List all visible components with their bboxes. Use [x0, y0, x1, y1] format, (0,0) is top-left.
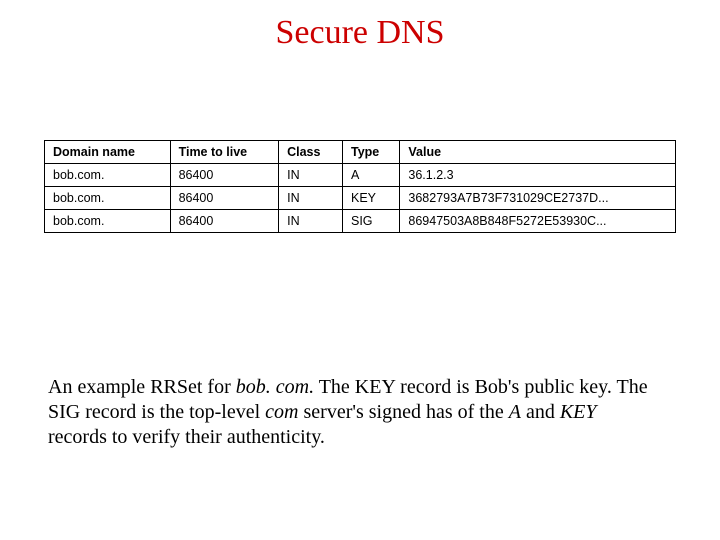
cell-class: IN: [279, 210, 343, 233]
col-domain: Domain name: [45, 141, 171, 164]
cell-ttl: 86400: [170, 210, 279, 233]
cell-value: 86947503A8B848F5272E53930C...: [400, 210, 676, 233]
cell-value: 36.1.2.3: [400, 164, 676, 187]
table-row: bob.com. 86400 IN SIG 86947503A8B848F527…: [45, 210, 676, 233]
cell-ttl: 86400: [170, 187, 279, 210]
caption-italic: KEY: [560, 401, 597, 423]
cell-domain: bob.com.: [45, 164, 171, 187]
page-title: Secure DNS: [0, 0, 720, 52]
table-header-row: Domain name Time to live Class Type Valu…: [45, 141, 676, 164]
table-row: bob.com. 86400 IN A 36.1.2.3: [45, 164, 676, 187]
caption-seg: server's signed has of the: [299, 401, 509, 423]
col-type: Type: [343, 141, 400, 164]
cell-domain: bob.com.: [45, 210, 171, 233]
cell-type: SIG: [343, 210, 400, 233]
table-row: bob.com. 86400 IN KEY 3682793A7B73F73102…: [45, 187, 676, 210]
dns-table-wrap: Domain name Time to live Class Type Valu…: [44, 140, 676, 233]
caption-italic: bob. com.: [236, 376, 314, 398]
cell-type: KEY: [343, 187, 400, 210]
cell-ttl: 86400: [170, 164, 279, 187]
col-class: Class: [279, 141, 343, 164]
cell-type: A: [343, 164, 400, 187]
dns-table: Domain name Time to live Class Type Valu…: [44, 140, 676, 233]
col-ttl: Time to live: [170, 141, 279, 164]
cell-class: IN: [279, 164, 343, 187]
caption-seg: records to verify their authenticity.: [48, 426, 325, 448]
caption-seg: and: [521, 401, 560, 423]
cell-value: 3682793A7B73F731029CE2737D...: [400, 187, 676, 210]
col-value: Value: [400, 141, 676, 164]
cell-domain: bob.com.: [45, 187, 171, 210]
caption-italic: com: [265, 401, 298, 423]
caption-italic: A: [509, 401, 521, 423]
caption-text: An example RRSet for bob. com. The KEY r…: [48, 375, 648, 450]
caption-seg: An example RRSet for: [48, 376, 236, 398]
cell-class: IN: [279, 187, 343, 210]
